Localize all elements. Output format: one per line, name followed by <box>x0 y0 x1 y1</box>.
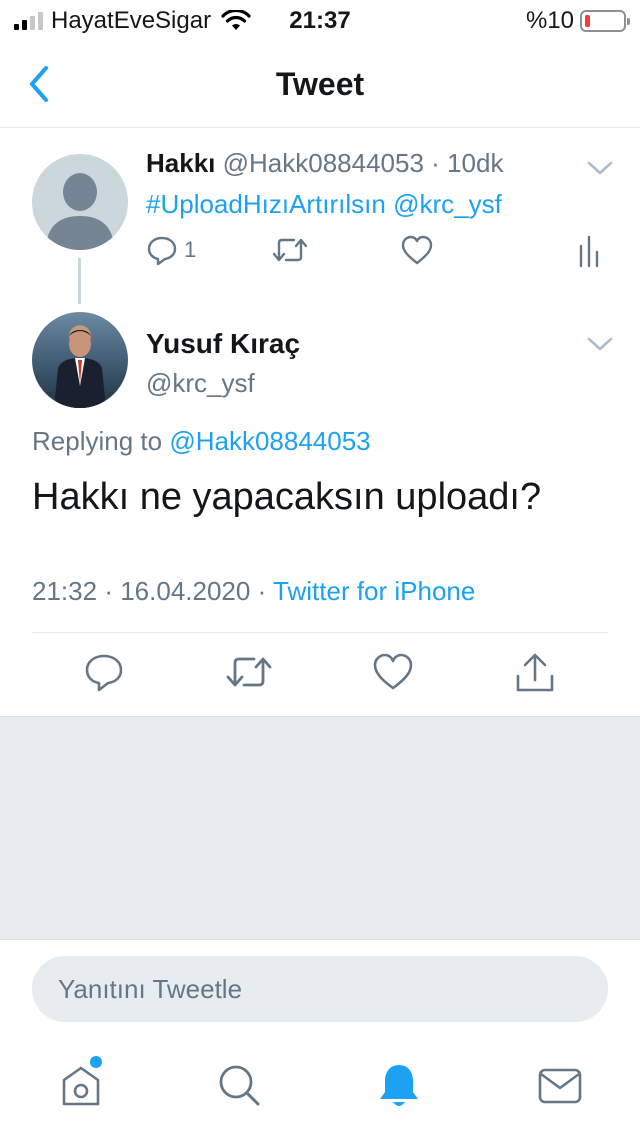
search-icon[interactable] <box>214 1060 264 1110</box>
retweet-icon[interactable] <box>272 234 308 266</box>
chevron-down-icon[interactable] <box>586 158 614 178</box>
separator-dot: · <box>104 576 113 606</box>
separator-dot: · <box>257 576 267 606</box>
home-notification-dot <box>90 1056 102 1068</box>
avatar-photo[interactable] <box>32 312 128 408</box>
home-icon[interactable] <box>56 1060 106 1110</box>
chevron-down-icon[interactable] <box>586 334 614 354</box>
battery: %10 <box>525 7 630 35</box>
battery-percent: %10 <box>525 7 574 34</box>
nav-bar: Tweet <box>0 40 640 128</box>
profile-photo-icon <box>54 330 106 408</box>
reply-count: 1 <box>184 237 197 262</box>
parent-author-name[interactable]: Hakkı <box>146 148 215 178</box>
thread-line <box>78 258 81 304</box>
share-icon[interactable] <box>514 652 556 694</box>
reply-icon <box>147 236 177 266</box>
like-icon[interactable] <box>372 652 414 692</box>
replying-handle-link[interactable]: @Hakk08844053 <box>169 426 370 456</box>
main-tweet-text: Hakkı ne yapacaksın uploadı? <box>32 476 542 518</box>
main-tweet-actions <box>0 652 640 700</box>
main-author-name[interactable]: Yusuf Kıraç <box>146 328 300 360</box>
tweet-meta: 21:32 · 16.04.2020 · Twitter for iPhone <box>32 576 475 607</box>
reply-action[interactable]: 1 <box>146 234 196 266</box>
retweet-icon[interactable] <box>226 652 272 692</box>
like-icon[interactable] <box>400 234 434 266</box>
parent-tweet[interactable]: Hakkı @Hakk08844053 · 10dk #UploadHızıAr… <box>146 148 616 220</box>
parent-tweet-text[interactable]: #UploadHızıArtırılsın @krc_ysf <box>146 189 616 220</box>
empty-area <box>0 716 640 940</box>
avatar-default[interactable] <box>32 154 128 250</box>
default-avatar-icon <box>46 173 114 250</box>
tab-bar <box>0 1046 640 1136</box>
notifications-icon[interactable] <box>374 1060 424 1112</box>
battery-icon <box>580 10 630 32</box>
status-bar: HayatEveSigar 21:37 %10 <box>0 0 640 40</box>
main-tweet-author[interactable]: Yusuf Kıraç @krc_ysf <box>146 328 300 399</box>
analytics-icon[interactable] <box>578 234 602 268</box>
reply-icon[interactable] <box>84 652 124 692</box>
messages-icon[interactable] <box>536 1064 584 1108</box>
parent-author-handle: @Hakk08844053 <box>222 148 424 178</box>
reply-box[interactable] <box>32 956 608 1022</box>
separator-dot: · <box>431 148 440 178</box>
tweet-source-link[interactable]: Twitter for iPhone <box>273 576 475 606</box>
replying-prefix: Replying to <box>32 426 163 456</box>
main-author-handle: @krc_ysf <box>146 368 255 398</box>
replying-to: Replying to @Hakk08844053 <box>32 426 371 457</box>
parent-tweet-age: 10dk <box>447 148 504 178</box>
tweet-time: 21:32 <box>32 576 98 606</box>
page-title: Tweet <box>275 66 365 102</box>
tweet-date: 16.04.2020 <box>120 576 251 606</box>
reply-input[interactable] <box>32 956 608 1022</box>
divider <box>32 632 608 633</box>
parent-tweet-actions: 1 <box>146 234 606 270</box>
